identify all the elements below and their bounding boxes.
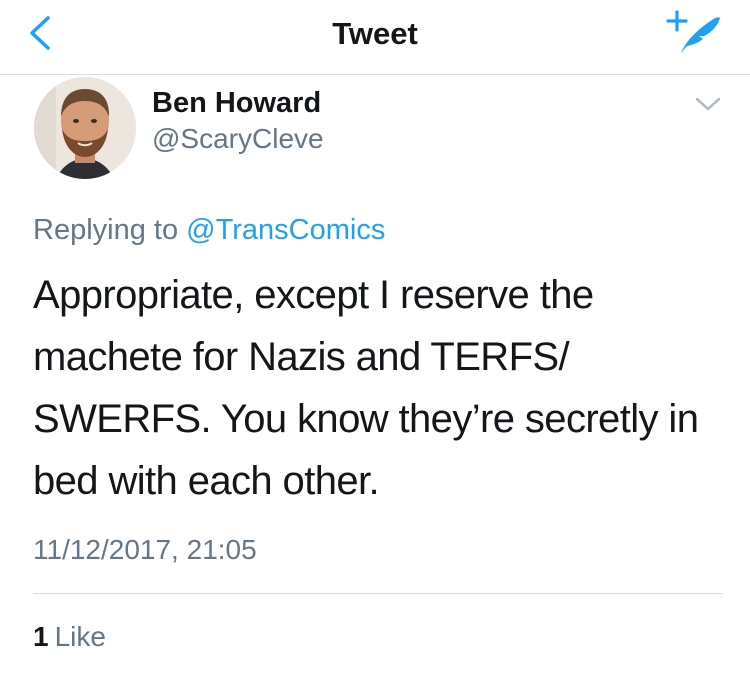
- page-title: Tweet: [332, 16, 418, 51]
- divider: [33, 593, 723, 594]
- tweet-timestamp: 11/12/2017, 21:05: [33, 534, 257, 565]
- replying-to-line: Replying to @TransComics: [33, 214, 385, 247]
- avatar-photo: [34, 77, 136, 179]
- author-handle[interactable]: @ScaryCleve: [152, 123, 324, 155]
- like-count: 1: [33, 621, 49, 652]
- avatar[interactable]: [34, 77, 136, 179]
- like-label: Like: [54, 621, 106, 652]
- chevron-down-icon: [695, 97, 721, 111]
- replying-to-label: Replying to: [33, 214, 179, 246]
- compose-tweet-icon: [666, 10, 720, 53]
- tweet-text: Appropriate, except I reserve the machet…: [33, 273, 699, 503]
- navigation-bar: Tweet: [0, 0, 750, 75]
- likes-link[interactable]: 1 Like: [33, 621, 106, 653]
- more-options-button[interactable]: [694, 94, 722, 114]
- compose-tweet-button[interactable]: [666, 8, 722, 58]
- author-name[interactable]: Ben Howard: [152, 87, 321, 120]
- replying-to-mention[interactable]: @TransComics: [186, 214, 385, 246]
